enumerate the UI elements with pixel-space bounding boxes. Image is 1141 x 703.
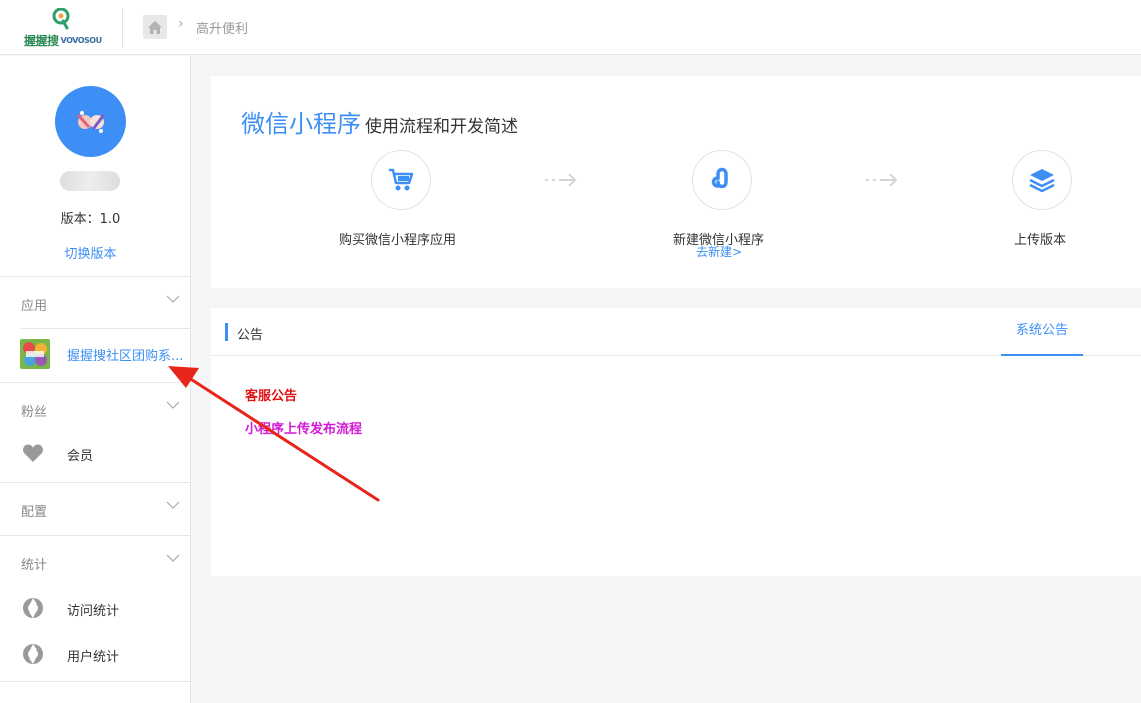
sidebar-item-label: 访问统计 <box>67 604 120 619</box>
go-create-link[interactable]: 去新建> <box>696 243 742 260</box>
refresh-icon <box>23 598 43 618</box>
flow-arrow-icon <box>545 173 577 187</box>
mini-program-flow-card: 微信小程序 使用流程和开发简述 购买微信小程序应用 新建微信小程序 去新建> 上传… <box>211 76 1141 288</box>
version-label: 版本：1.0 <box>60 212 121 227</box>
switch-version-link[interactable]: 切换版本 <box>0 243 181 262</box>
app-thumbnail-icon <box>20 339 50 369</box>
sidebar-section-stats: 统计 访问统计 用户统计 <box>0 535 190 682</box>
home-icon <box>148 20 162 34</box>
blurred-account-name <box>60 171 120 191</box>
sidebar-section-apps: 应用 握握搜社区团购系... <box>0 276 190 382</box>
sidebar-item-user-stats[interactable]: 用户统计 <box>0 636 190 676</box>
notice-title: 公告 <box>237 328 264 343</box>
logo-text: 握握搜 VOVOSOU <box>24 34 102 48</box>
chevron-down-icon[interactable] <box>166 292 180 306</box>
app-logo[interactable]: 握握搜 VOVOSOU <box>22 8 102 48</box>
notice-item-customer-service[interactable]: 客服公告 <box>245 385 297 404</box>
sidebar-section-fans: 粉丝 会员 <box>0 382 190 482</box>
step-buy-label: 购买微信小程序应用 <box>339 233 457 248</box>
heart-icon <box>23 444 43 462</box>
sidebar-section-title[interactable]: 粉丝 <box>21 401 47 420</box>
chevron-down-icon[interactable] <box>166 398 180 412</box>
step-upload-label: 上传版本 <box>1014 233 1067 248</box>
chevron-down-icon[interactable] <box>166 498 180 512</box>
sidebar-section-title[interactable]: 应用 <box>21 295 47 314</box>
notice-item-upload-process[interactable]: 小程序上传发布流程 <box>245 418 362 437</box>
flow-arrow-icon <box>866 173 898 187</box>
flow-title-main: 微信小程序 <box>241 110 361 138</box>
section-divider <box>21 328 190 329</box>
sidebar-item-members[interactable]: 会员 <box>0 435 190 475</box>
logo-mark-icon <box>52 8 70 30</box>
sidebar-item-label: 用户统计 <box>67 650 120 665</box>
home-button[interactable] <box>143 15 167 39</box>
refresh-icon <box>23 644 43 664</box>
handshake-icon <box>77 110 104 133</box>
notice-accent-bar <box>225 323 228 341</box>
mini-program-icon <box>711 167 728 189</box>
notice-card: 公告 系统公告 客服公告 小程序上传发布流程 <box>211 308 1141 576</box>
breadcrumb-current[interactable]: 高升便利 <box>196 18 248 37</box>
flow-title: 微信小程序 使用流程和开发简述 <box>241 104 518 139</box>
top-bar: 握握搜 VOVOSOU › 高升便利 <box>0 0 1141 55</box>
step-upload-circle <box>1012 150 1072 210</box>
tab-system-notice[interactable]: 系统公告 <box>1001 308 1083 356</box>
topbar-divider <box>122 8 123 48</box>
account-avatar <box>55 86 126 157</box>
sidebar: 版本：1.0 切换版本 应用 握握搜社区团购系... 粉丝 会员 配置 统计 访… <box>0 56 191 703</box>
sidebar-section-config: 配置 <box>0 482 190 535</box>
chevron-down-icon[interactable] <box>166 551 180 565</box>
breadcrumb-separator-icon: › <box>178 16 184 32</box>
sidebar-section-title[interactable]: 统计 <box>21 554 47 573</box>
sidebar-item-label: 会员 <box>67 449 94 464</box>
notice-header: 公告 系统公告 <box>211 308 1141 356</box>
layers-icon <box>1029 169 1055 193</box>
step-buy-circle <box>371 150 431 210</box>
sidebar-item-label: 握握搜社区团购系... <box>67 349 184 364</box>
flow-title-sub: 使用流程和开发简述 <box>365 117 518 137</box>
sidebar-item-community-groupbuy[interactable]: 握握搜社区团购系... <box>0 335 190 375</box>
step-create-circle <box>692 150 752 210</box>
sidebar-section-title[interactable]: 配置 <box>21 501 47 520</box>
cart-icon <box>389 168 414 191</box>
sidebar-item-visit-stats[interactable]: 访问统计 <box>0 590 190 630</box>
